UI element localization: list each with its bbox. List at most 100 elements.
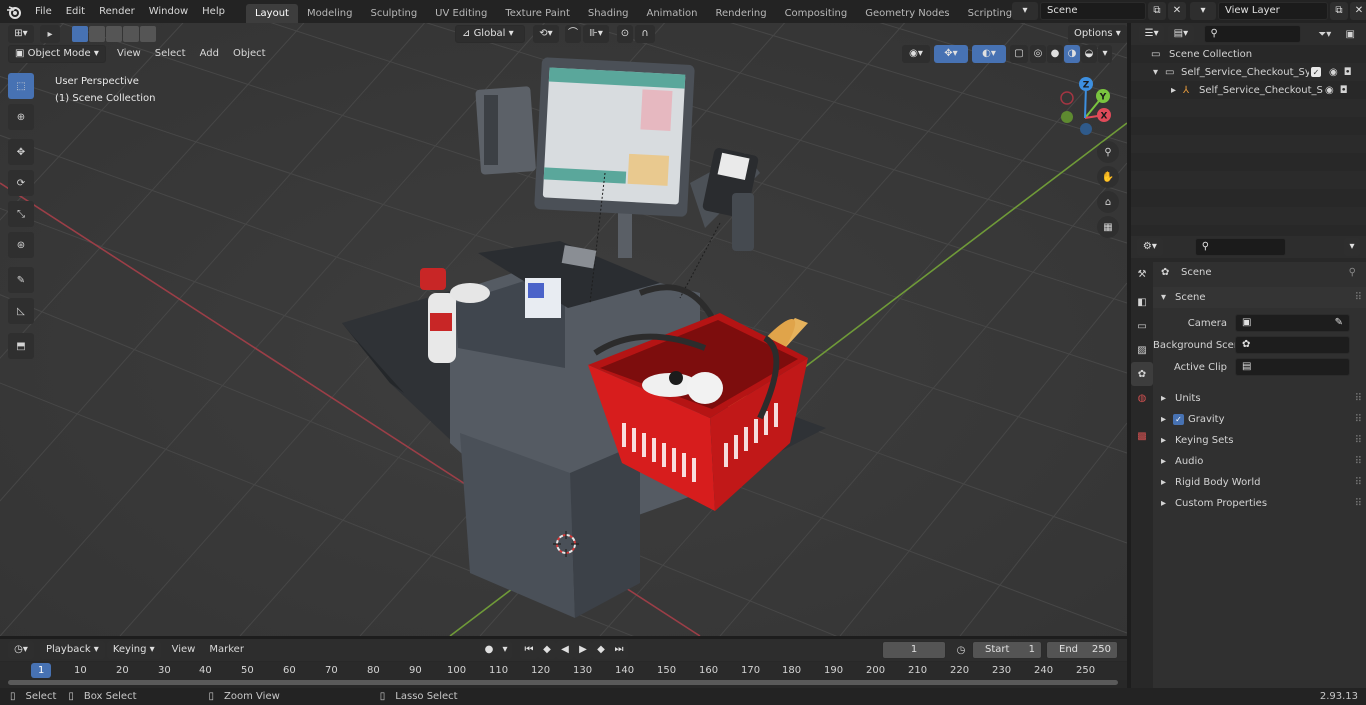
timeline-menu-marker[interactable]: Marker: [202, 641, 251, 659]
menu-help[interactable]: Help: [195, 0, 232, 23]
pan-hand-icon[interactable]: ✋: [1097, 166, 1119, 188]
prev-keyframe-icon[interactable]: ◆: [538, 641, 556, 659]
menu-file[interactable]: File: [28, 0, 59, 23]
outliner-search-input[interactable]: ⚲: [1203, 25, 1302, 43]
scene-panel-header[interactable]: ▾ Scene ⠿: [1153, 287, 1366, 308]
scene-type-icon[interactable]: ▾: [1012, 2, 1038, 20]
tab-sculpting[interactable]: Sculpting: [361, 4, 426, 23]
timeline-ruler[interactable]: 1 10 20 30 40 50 60 70 80 90 100 110 120…: [0, 662, 1127, 680]
visibility-eye-icon[interactable]: ◉: [1329, 67, 1338, 78]
scene-name-field[interactable]: Scene: [1040, 2, 1146, 20]
tab-animation[interactable]: Animation: [638, 4, 707, 23]
display-mode-icon[interactable]: ▤▾: [1168, 25, 1194, 43]
gravity-checkbox[interactable]: ✓: [1173, 414, 1184, 425]
drag-handle-icon[interactable]: ⠿: [1355, 472, 1362, 493]
tab-texture-paint[interactable]: Texture Paint: [496, 4, 579, 23]
scene-tab-icon[interactable]: ✿: [1131, 362, 1153, 386]
world-tab-icon[interactable]: ◍: [1131, 386, 1153, 410]
delete-view-layer-icon[interactable]: ✕: [1350, 2, 1366, 20]
new-collection-icon[interactable]: ▣: [1342, 29, 1358, 40]
jump-end-icon[interactable]: ⏭: [610, 641, 628, 659]
record-options-icon[interactable]: ▾: [498, 641, 512, 659]
drag-handle-icon[interactable]: ⠿: [1355, 493, 1362, 514]
tab-modeling[interactable]: Modeling: [298, 4, 362, 23]
tab-geometry-nodes[interactable]: Geometry Nodes: [856, 4, 958, 23]
menu-render[interactable]: Render: [92, 0, 142, 23]
xray-toggle-icon[interactable]: ▢: [1010, 45, 1028, 63]
perspective-toggle-icon[interactable]: ▦: [1097, 216, 1119, 238]
tab-uv-editing[interactable]: UV Editing: [426, 4, 496, 23]
tool-add-cube-icon[interactable]: ⬒: [8, 333, 34, 359]
blender-logo-icon[interactable]: [0, 0, 28, 23]
start-frame-field[interactable]: Start 1: [972, 641, 1042, 659]
tool-tab-icon[interactable]: ⚒: [1131, 262, 1153, 286]
viewport-menu-view[interactable]: View: [110, 45, 148, 63]
timeline-scrollbar[interactable]: [8, 680, 1118, 685]
viewport-menu-select[interactable]: Select: [148, 45, 193, 63]
viewport-menu-add[interactable]: Add: [193, 45, 226, 63]
new-view-layer-icon[interactable]: ⧉: [1330, 2, 1348, 20]
editor-type-icon[interactable]: ⊞▾: [8, 25, 34, 43]
tool-annotate-icon[interactable]: ✎: [8, 267, 34, 293]
active-clip-field[interactable]: ▤: [1235, 358, 1350, 376]
new-scene-icon[interactable]: ⧉: [1148, 2, 1166, 20]
tab-layout[interactable]: Layout: [245, 3, 298, 23]
background-scene-field[interactable]: ✿: [1235, 336, 1350, 354]
properties-editor-type-icon[interactable]: ⚙▾: [1137, 238, 1163, 256]
tool-scale-icon[interactable]: ⤡: [8, 201, 34, 227]
shading-material-icon[interactable]: ◑: [1064, 45, 1080, 63]
timeline-editor-type-icon[interactable]: ◷▾: [8, 641, 34, 659]
drag-handle-icon[interactable]: ⠿: [1355, 451, 1362, 472]
drag-handle-icon[interactable]: ⠿: [1355, 430, 1362, 451]
select-subtract-icon[interactable]: [106, 26, 122, 42]
expand-arrow-icon[interactable]: ▾: [1153, 67, 1165, 78]
rigid-body-world-panel-header[interactable]: ▸ Rigid Body World ⠿: [1153, 472, 1366, 493]
tool-select-icon[interactable]: ▸: [40, 25, 60, 43]
keying-sets-panel-header[interactable]: ▸ Keying Sets ⠿: [1153, 430, 1366, 451]
render-camera-icon[interactable]: ◘: [1344, 67, 1352, 78]
audio-panel-header[interactable]: ▸ Audio ⠿: [1153, 451, 1366, 472]
tab-rendering[interactable]: Rendering: [706, 4, 775, 23]
next-keyframe-icon[interactable]: ◆: [592, 641, 610, 659]
exclude-checkbox-icon[interactable]: ✓: [1311, 67, 1321, 77]
viewport-scene[interactable]: Y X Z: [0, 23, 1127, 636]
expand-arrow-icon[interactable]: ▸: [1171, 85, 1183, 96]
select-intersect-icon[interactable]: [140, 26, 156, 42]
view-layer-name-field[interactable]: View Layer: [1218, 2, 1328, 20]
preview-range-icon[interactable]: ◷: [952, 641, 970, 659]
tab-shading[interactable]: Shading: [579, 4, 638, 23]
select-extend-icon[interactable]: [89, 26, 105, 42]
end-frame-field[interactable]: End 250: [1046, 641, 1118, 659]
outliner-row-object[interactable]: ▸ ⅄ Self_Service_Checkout_S ◉ ◘: [1131, 81, 1366, 99]
object-mode-select[interactable]: ▣ Object Mode ▾: [8, 45, 106, 63]
transform-orientation-select[interactable]: ⊿ Global ▾: [455, 25, 525, 43]
3d-viewport[interactable]: Y X Z ⊞▾ ▸ ⊿ Global ▾ ⟲▾ ⌒ ⊪▾ ⊙ ∩ Option…: [0, 23, 1127, 636]
playback-menu[interactable]: Playback ▾: [40, 641, 105, 659]
falloff-icon[interactable]: ∩: [635, 25, 655, 43]
render-camera-icon[interactable]: ◘: [1340, 85, 1348, 96]
gravity-panel-header[interactable]: ▸ ✓ Gravity ⠿: [1153, 409, 1366, 430]
view-layer-tab-icon[interactable]: ▨: [1131, 338, 1153, 362]
outliner-row-collection[interactable]: ▾ ▭ Self_Service_Checkout_Syste ✓ ◉ ◘: [1131, 63, 1366, 81]
tool-transform-icon[interactable]: ⊛: [8, 232, 34, 258]
menu-edit[interactable]: Edit: [59, 0, 92, 23]
viewport-menu-object[interactable]: Object: [226, 45, 273, 63]
drag-handle-icon[interactable]: ⠿: [1355, 388, 1362, 409]
tool-cursor-icon[interactable]: ⊕: [8, 104, 34, 130]
texture-tab-icon[interactable]: ▩: [1131, 424, 1153, 448]
tool-rotate-icon[interactable]: ⟳: [8, 170, 34, 196]
gizmo-toggle-icon[interactable]: ✥▾: [934, 45, 968, 63]
snap-target-icon[interactable]: ⊪▾: [583, 25, 609, 43]
outliner-editor-type-icon[interactable]: ☰▾: [1139, 25, 1165, 43]
camera-field[interactable]: ▣ ✎: [1235, 314, 1350, 332]
options-dropdown[interactable]: Options ▾: [1068, 25, 1127, 43]
select-new-icon[interactable]: [72, 26, 88, 42]
pin-icon[interactable]: ⚲: [1349, 262, 1356, 283]
custom-properties-panel-header[interactable]: ▸ Custom Properties ⠿: [1153, 493, 1366, 514]
output-tab-icon[interactable]: ▭: [1131, 314, 1153, 338]
shading-solid-icon[interactable]: ●: [1047, 45, 1063, 63]
properties-options-icon[interactable]: ▾: [1344, 238, 1360, 256]
shading-options-icon[interactable]: ▾: [1098, 45, 1112, 63]
tool-select-box-icon[interactable]: ⬚: [8, 73, 34, 99]
delete-scene-icon[interactable]: ✕: [1168, 2, 1186, 20]
